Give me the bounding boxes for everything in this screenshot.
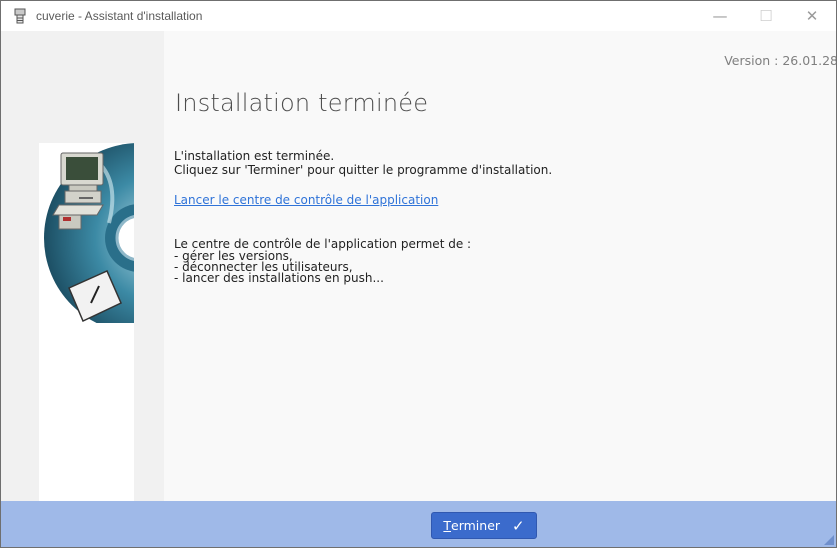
app-icon xyxy=(14,8,26,24)
installer-illustration xyxy=(39,143,134,501)
maximize-button[interactable]: ☐ xyxy=(743,1,789,31)
minimize-icon: — xyxy=(712,7,728,25)
launch-control-center-link[interactable]: Lancer le centre de contrôle de l'applic… xyxy=(174,193,438,207)
title-bar[interactable]: cuverie - Assistant d'installation — ☐ ✕ xyxy=(1,1,836,31)
checkmark-icon: ✓ xyxy=(512,516,525,535)
minimize-button[interactable]: — xyxy=(697,1,743,31)
footer-bar: Terminer ✓ xyxy=(1,501,836,547)
finish-label: erminer xyxy=(451,518,501,533)
main-content: Version : 26.01.28 Installation terminée… xyxy=(164,31,836,501)
close-icon: ✕ xyxy=(805,7,819,25)
intro-line-2: Cliquez sur 'Terminer' pour quitter le p… xyxy=(174,163,553,177)
maximize-icon: ☐ xyxy=(759,7,773,25)
computer-disc-icon xyxy=(44,143,134,333)
version-label: Version : 26.01.28 xyxy=(724,53,837,68)
resize-grip-icon[interactable] xyxy=(824,535,834,545)
feature-item: - lancer des installations en push... xyxy=(174,271,384,285)
finish-button[interactable]: Terminer ✓ xyxy=(431,512,537,539)
installer-window: cuverie - Assistant d'installation — ☐ ✕ xyxy=(0,0,837,548)
close-button[interactable]: ✕ xyxy=(789,1,835,31)
finish-mnemonic: T xyxy=(443,518,452,533)
page-title: Installation terminée xyxy=(175,89,429,117)
window-title: cuverie - Assistant d'installation xyxy=(36,9,203,23)
intro-line-1: L'installation est terminée. xyxy=(174,149,335,163)
